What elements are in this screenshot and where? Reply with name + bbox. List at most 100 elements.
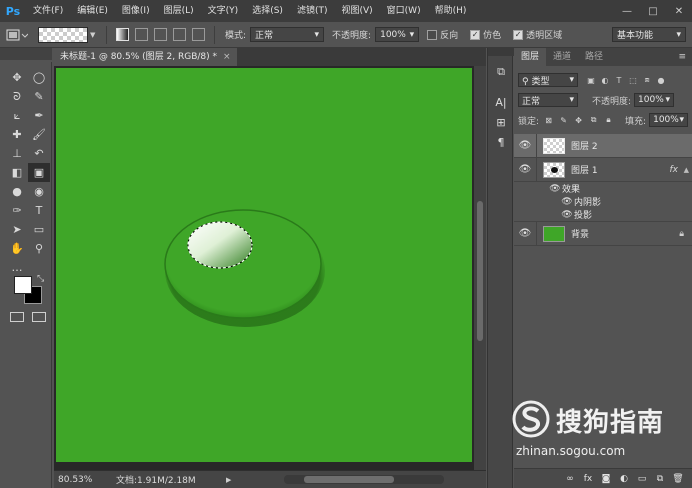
menu-type[interactable]: 文字(Y) bbox=[201, 0, 246, 22]
history-icon[interactable]: ⧉ bbox=[488, 62, 514, 82]
eraser-tool-icon[interactable]: ◧ bbox=[6, 163, 28, 182]
menu-view[interactable]: 视图(V) bbox=[334, 0, 379, 22]
tool-preset-picker[interactable] bbox=[0, 22, 34, 48]
mode-select[interactable]: 正常 ▾ bbox=[250, 27, 325, 42]
adjustment-layer-icon[interactable]: ◐ bbox=[616, 471, 632, 487]
eye-icon[interactable]: 👁︎ bbox=[514, 228, 536, 239]
eye-icon[interactable]: 👁︎ bbox=[548, 184, 562, 194]
marquee-tool-icon[interactable]: ◯ bbox=[28, 68, 50, 87]
reflected-gradient-button[interactable] bbox=[173, 28, 186, 41]
workspace-select[interactable]: 基本功能 ▾ bbox=[612, 27, 686, 42]
close-icon[interactable]: × bbox=[223, 52, 231, 62]
layer-row-layer1[interactable]: 👁︎ 图层 1 fx ▲ bbox=[514, 157, 692, 182]
document-tab[interactable]: 未标题-1 @ 80.5% (图层 2, RGB/8) * × bbox=[54, 48, 237, 66]
trash-icon[interactable]: 🗑︎ bbox=[670, 471, 686, 487]
filter-toggle-icon[interactable]: ● bbox=[654, 73, 668, 87]
tab-channels[interactable]: 通道 bbox=[546, 48, 578, 66]
eye-icon[interactable]: 👁︎ bbox=[560, 197, 574, 207]
type-tool-icon[interactable]: T bbox=[28, 201, 50, 220]
healing-brush-tool-icon[interactable]: ✚ bbox=[6, 125, 28, 144]
blend-mode-select[interactable]: 正常 ▾ bbox=[518, 93, 578, 107]
menu-image[interactable]: 图像(I) bbox=[115, 0, 157, 22]
layer-name[interactable]: 图层 1 bbox=[571, 163, 598, 176]
swap-colors-icon[interactable]: ⤡ bbox=[37, 274, 44, 284]
screen-mode-icon[interactable] bbox=[32, 312, 46, 322]
menu-select[interactable]: 选择(S) bbox=[245, 0, 290, 22]
lasso-tool-icon[interactable]: ᘐ bbox=[6, 87, 28, 106]
menu-file[interactable]: 文件(F) bbox=[26, 0, 70, 22]
panel-menu-icon[interactable]: ≡ bbox=[678, 48, 692, 66]
eye-icon[interactable]: 👁︎ bbox=[560, 210, 574, 220]
new-layer-icon[interactable]: ⧉ bbox=[652, 471, 668, 487]
vertical-scroll-thumb[interactable] bbox=[477, 201, 483, 341]
eye-icon[interactable]: 👁︎ bbox=[514, 140, 536, 151]
crop-tool-icon[interactable]: ⟀ bbox=[6, 106, 28, 125]
pen-tool-icon[interactable]: ✑ bbox=[6, 201, 28, 220]
gradient-tool-icon[interactable]: ▣ bbox=[28, 163, 50, 182]
tab-paths[interactable]: 路径 bbox=[578, 48, 610, 66]
vertical-scrollbar[interactable] bbox=[474, 66, 486, 470]
lock-image-icon[interactable]: ✎ bbox=[557, 114, 570, 127]
glyphs-icon[interactable]: ⊞ bbox=[488, 112, 514, 132]
eyedropper-tool-icon[interactable]: ✒ bbox=[28, 106, 50, 125]
eye-icon[interactable]: 👁︎ bbox=[514, 164, 536, 175]
document-canvas[interactable] bbox=[56, 68, 472, 462]
gradient-swatch[interactable] bbox=[38, 26, 88, 43]
diamond-gradient-button[interactable] bbox=[192, 28, 205, 41]
effect-inner-shadow-row[interactable]: 👁︎ 内阴影 bbox=[514, 195, 692, 209]
lock-artboard-icon[interactable]: ⧉ bbox=[587, 114, 600, 127]
zoom-tool-icon[interactable]: ⚲ bbox=[28, 239, 50, 258]
clone-stamp-tool-icon[interactable]: ⊥ bbox=[6, 144, 28, 163]
status-menu-arrow-icon[interactable]: ▶ bbox=[226, 476, 231, 484]
quick-mask-icon[interactable] bbox=[10, 312, 24, 322]
document-info[interactable]: 文档:1.91M/2.18M bbox=[116, 473, 226, 486]
history-brush-tool-icon[interactable]: ↶ bbox=[28, 144, 50, 163]
tab-layers[interactable]: 图层 bbox=[514, 48, 547, 66]
toolbar-grip[interactable] bbox=[0, 48, 52, 60]
effects-row[interactable]: 👁︎ 效果 bbox=[514, 182, 692, 196]
menu-help[interactable]: 帮助(H) bbox=[428, 0, 474, 22]
angle-gradient-button[interactable] bbox=[154, 28, 167, 41]
opacity-field[interactable]: 100% ▾ bbox=[375, 27, 420, 42]
lock-transparent-icon[interactable]: ⊠ bbox=[542, 114, 555, 127]
link-layers-icon[interactable]: ∞ bbox=[562, 471, 578, 487]
horizontal-scroll-thumb[interactable] bbox=[304, 476, 394, 483]
zoom-level[interactable]: 80.53% bbox=[54, 475, 104, 485]
fx-icon[interactable]: fx bbox=[670, 165, 679, 175]
blur-tool-icon[interactable]: ● bbox=[6, 182, 28, 201]
pixel-filter-icon[interactable]: ▣ bbox=[584, 73, 598, 87]
transparency-checkbox[interactable]: ✓ bbox=[513, 29, 524, 40]
menu-filter[interactable]: 滤镜(T) bbox=[290, 0, 335, 22]
linear-gradient-button[interactable] bbox=[116, 28, 129, 41]
type-filter-icon[interactable]: T bbox=[612, 73, 626, 87]
radial-gradient-button[interactable] bbox=[135, 28, 148, 41]
lock-position-icon[interactable]: ✥ bbox=[572, 114, 585, 127]
dodge-tool-icon[interactable]: ◉ bbox=[28, 182, 50, 201]
path-select-tool-icon[interactable]: ➤ bbox=[6, 220, 28, 239]
horizontal-scrollbar[interactable] bbox=[284, 475, 444, 484]
add-style-icon[interactable]: fx bbox=[580, 471, 596, 487]
reverse-checkbox[interactable] bbox=[427, 29, 438, 40]
chevron-down-icon[interactable]: ▼ bbox=[90, 31, 100, 39]
effect-drop-shadow-row[interactable]: 👁︎ 投影 bbox=[514, 208, 692, 222]
menu-edit[interactable]: 编辑(E) bbox=[70, 0, 115, 22]
layer-opacity-field[interactable]: 100% ▾ bbox=[634, 93, 675, 107]
layer-name[interactable]: 背景 bbox=[571, 227, 589, 240]
hand-tool-icon[interactable]: ✋ bbox=[6, 239, 28, 258]
shape-filter-icon[interactable]: ⬚ bbox=[626, 73, 640, 87]
quick-select-tool-icon[interactable]: ✎ bbox=[28, 87, 50, 106]
brush-tool-icon[interactable]: 🖌 bbox=[28, 125, 50, 144]
fill-field[interactable]: 100% ▾ bbox=[649, 113, 688, 127]
adjustment-filter-icon[interactable]: ◐ bbox=[598, 73, 612, 87]
new-group-icon[interactable]: ▭ bbox=[634, 471, 650, 487]
close-button[interactable]: ✕ bbox=[666, 0, 692, 22]
filter-kind-select[interactable]: ⚲ 类型 ▾ bbox=[518, 73, 578, 87]
smart-object-filter-icon[interactable]: ⧈ bbox=[640, 73, 654, 87]
character-icon[interactable]: A| bbox=[488, 92, 514, 112]
chevron-up-icon[interactable]: ▲ bbox=[684, 166, 689, 174]
dock-grip[interactable] bbox=[488, 48, 514, 56]
menu-layer[interactable]: 图层(L) bbox=[157, 0, 201, 22]
minimize-button[interactable]: — bbox=[614, 0, 640, 22]
dither-checkbox[interactable]: ✓ bbox=[470, 29, 481, 40]
layer-name[interactable]: 图层 2 bbox=[571, 139, 598, 152]
